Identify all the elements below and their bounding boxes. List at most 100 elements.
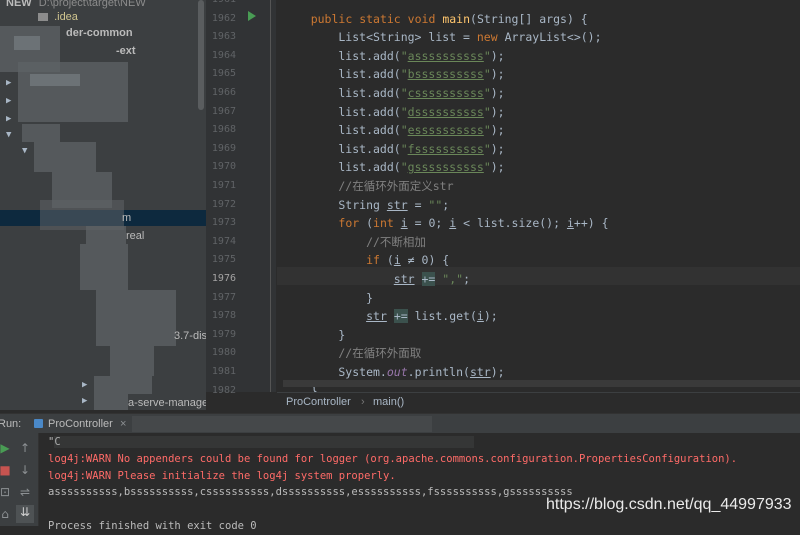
breadcrumb-separator-icon: ›	[361, 396, 365, 408]
tree-item-label: real	[126, 230, 145, 242]
line-number: 1975	[211, 254, 236, 266]
scroll-down-icon[interactable]: ↓	[18, 463, 32, 477]
scroll-to-end-icon[interactable]: ⇊	[16, 505, 34, 523]
run-panel-header: Run: ProController ×	[0, 413, 800, 434]
code-line: str += ",";	[393, 272, 471, 286]
redacted-region	[96, 290, 176, 346]
run-toolbar: ▶ ↑ ■ ↓ ⊡ ⇌ ⌂ ⇊	[0, 433, 39, 526]
code-line: for (int i = 0; i < list.size(); i++) {	[338, 216, 609, 231]
code-line: list.add("essssssssss");	[283, 123, 505, 138]
code-line: }	[283, 290, 374, 305]
code-line: }	[283, 327, 346, 342]
code-line: //在循环外面取	[283, 346, 422, 361]
line-number: 1966	[211, 87, 236, 98]
tree-item-label: m	[122, 212, 132, 224]
breadcrumb: ProController › main()	[277, 392, 800, 412]
code-line: str += list.get(i);	[366, 309, 498, 324]
tree-item-label: a-serve-manage	[128, 397, 206, 409]
code-line: //不断相加	[283, 234, 426, 249]
redacted-region	[94, 394, 128, 410]
run-panel-title: Run:	[0, 418, 22, 430]
tree-item[interactable]: 3.7-dis	[174, 327, 206, 345]
console-line: Process finished with exit code 0	[48, 520, 257, 532]
code-line: String str = "";	[283, 197, 450, 212]
run-method-icon[interactable]	[248, 11, 256, 21]
collapse-arrow-icon[interactable]: ▼	[22, 146, 27, 156]
line-number: 1973	[211, 217, 236, 229]
redacted-region	[18, 62, 128, 122]
code-line: list.add("cssssssssss");	[283, 86, 505, 100]
rerun-icon[interactable]: ▶	[0, 441, 12, 455]
restore-layout-icon[interactable]: ⊡	[0, 485, 12, 499]
line-number: 1967	[211, 105, 236, 117]
close-icon[interactable]: ×	[120, 414, 126, 434]
tree-item-label: -ext	[116, 45, 136, 57]
scroll-up-icon[interactable]: ↑	[18, 441, 32, 455]
code-line: list.add("fssssssssss");	[283, 141, 505, 156]
code-line: public static void main(String[] args) {	[310, 11, 588, 26]
run-config-icon	[34, 419, 43, 428]
run-tab-label[interactable]: ProController	[48, 414, 113, 434]
line-number: 1969	[211, 142, 236, 154]
collapse-arrow-icon[interactable]: ▼	[6, 130, 11, 140]
tree-item[interactable]: a-serve-manage	[128, 394, 206, 410]
expand-arrow-icon[interactable]: ▶	[6, 114, 11, 124]
soft-wrap-icon[interactable]: ⇌	[18, 485, 32, 499]
line-number: 1979	[211, 328, 236, 340]
pin-icon[interactable]: ⌂	[0, 507, 12, 521]
line-number: 1980	[211, 347, 236, 359]
line-number: 1978	[211, 310, 236, 322]
line-number: 1961	[206, 0, 236, 10]
console-line: log4j:WARN No appenders could be found f…	[48, 452, 738, 465]
redacted-region	[86, 226, 126, 244]
tree-item-selected[interactable]: m	[122, 209, 131, 227]
line-number: 1971	[211, 180, 236, 191]
redacted-region	[132, 416, 432, 432]
line-number: 1962	[211, 12, 236, 24]
code-line: List<String> list = new ArrayList<>();	[283, 30, 602, 45]
line-number: 1976	[211, 273, 236, 284]
stop-icon[interactable]: ■	[0, 463, 12, 477]
tree-item-idea-label: .idea	[54, 11, 78, 23]
expand-arrow-icon[interactable]: ▶	[82, 396, 87, 406]
tree-item[interactable]: -ext	[116, 42, 136, 60]
expand-arrow-icon[interactable]: ▶	[6, 96, 11, 106]
tree-item-label: 3.7-dis	[174, 330, 206, 342]
console-line: assssssssss,bssssssssss,cssssssssss,dsss…	[48, 486, 573, 499]
breadcrumb-class[interactable]: ProController	[286, 393, 351, 412]
line-number: 1974	[211, 235, 236, 247]
code-line: list.add("bssssssssss");	[283, 67, 505, 82]
line-number: 1965	[211, 68, 236, 80]
folder-icon	[38, 13, 48, 22]
redacted-region	[110, 346, 154, 376]
line-number: 1977	[211, 291, 236, 303]
expand-arrow-icon[interactable]: ▶	[6, 78, 11, 88]
console-line: log4j:WARN Please initialize the log4j s…	[48, 469, 396, 482]
project-tree: NEW D:\project\target\NEW .idea der-comm…	[0, 0, 206, 410]
code-line: System.out.println(str);	[283, 365, 505, 379]
line-number: 1970	[211, 161, 236, 173]
tree-scrollbar[interactable]	[198, 0, 204, 110]
redacted-region	[94, 376, 152, 394]
redacted-region	[22, 124, 60, 142]
line-number: 1982	[211, 384, 236, 396]
line-number: 1981	[211, 366, 236, 377]
code-line: list.add("gssssssssss");	[283, 160, 505, 175]
tree-item[interactable]: der-common	[66, 24, 133, 42]
line-number: 1964	[211, 49, 236, 61]
line-number: 1968	[211, 124, 236, 136]
redacted-region	[14, 36, 40, 50]
tree-item[interactable]: real	[126, 227, 144, 245]
code-line: list.add("dssssssssss");	[283, 104, 505, 119]
code-line: if (i ≠ 0) {	[366, 253, 450, 268]
tree-item-label: der-common	[66, 27, 133, 39]
expand-arrow-icon[interactable]: ▶	[82, 380, 87, 390]
editor-horizontal-scrollbar[interactable]	[283, 380, 800, 387]
code-line: //在循环外面定义str	[283, 179, 454, 193]
gutter-divider	[270, 0, 271, 392]
tree-root-label: NEW	[6, 0, 32, 9]
line-number: 1963	[211, 31, 236, 43]
watermark: https://blog.csdn.net/qq_44997933	[546, 496, 792, 513]
breadcrumb-method[interactable]: main()	[373, 393, 404, 412]
code-line: list.add("assssssssss");	[283, 48, 505, 63]
